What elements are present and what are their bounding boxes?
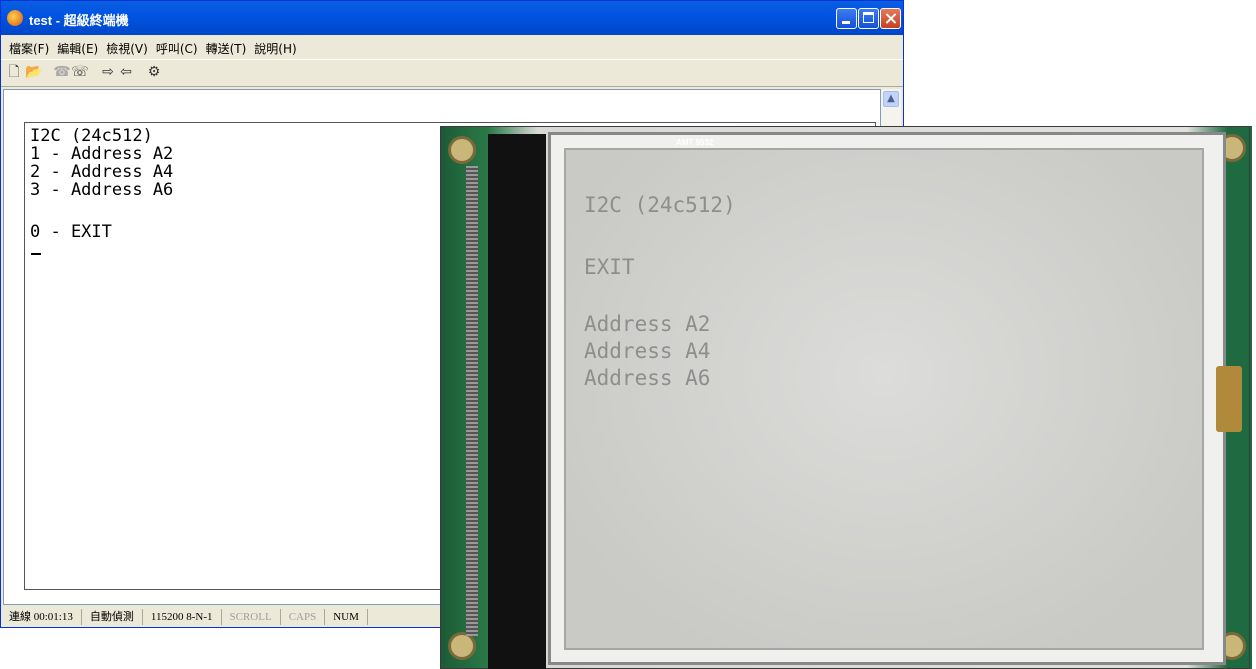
phone-icon[interactable]: ☎	[53, 64, 71, 80]
pin-header	[466, 166, 478, 636]
mount-hole	[448, 632, 476, 660]
send-icon[interactable]: ⇨	[99, 64, 117, 80]
board-label: AMT 9532	[676, 138, 714, 147]
flex-cable	[1216, 366, 1242, 432]
terminal-line: 0 - EXIT	[30, 222, 112, 242]
lcd-line: Address A4	[584, 339, 711, 363]
receive-icon[interactable]: ⇦	[117, 64, 135, 80]
menu-edit[interactable]: 編輯(E)	[53, 37, 102, 57]
title-bar[interactable]: test - 超級終端機	[1, 1, 903, 35]
pin-connector	[488, 134, 546, 669]
status-num: NUM	[325, 609, 368, 625]
close-button[interactable]	[880, 8, 901, 29]
scroll-up-icon[interactable]: ▲	[883, 91, 899, 107]
status-caps: CAPS	[281, 609, 326, 625]
mount-hole	[448, 136, 476, 164]
menu-help[interactable]: 說明(H)	[250, 37, 300, 57]
terminal-line: 3 - Address A6	[30, 180, 174, 200]
app-icon	[7, 10, 23, 26]
menu-transfer[interactable]: 轉送(T)	[202, 37, 251, 57]
menu-file[interactable]: 檔案(F)	[5, 37, 53, 57]
lcd-frame: AMT 9532 I2C (24c512) EXIT Address A2 Ad…	[548, 132, 1226, 665]
status-connected: 連線 00:01:13	[1, 609, 82, 625]
hangup-icon[interactable]: ☏	[71, 64, 89, 80]
toolbar: 🗋 📂 ☎ ☏ ⇨ ⇦ ⚙	[1, 59, 903, 87]
menu-call[interactable]: 呼叫(C)	[152, 37, 202, 57]
text-cursor	[31, 253, 41, 255]
status-scroll: SCROLL	[222, 609, 281, 625]
terminal-line: 1 - Address A2	[30, 144, 174, 164]
lcd-line: I2C (24c512)	[584, 193, 736, 217]
minimize-button[interactable]	[836, 8, 857, 29]
lcd-board-photo: AMT 9532 I2C (24c512) EXIT Address A2 Ad…	[440, 126, 1252, 669]
properties-icon[interactable]: ⚙	[145, 64, 163, 80]
lcd-line: Address A2	[584, 312, 711, 336]
maximize-button[interactable]	[858, 8, 879, 29]
terminal-line: 2 - Address A4	[30, 162, 174, 182]
menu-view[interactable]: 檢視(V)	[102, 37, 152, 57]
window-title: test - 超級終端機	[29, 13, 129, 28]
terminal-line: I2C (24c512)	[30, 126, 153, 146]
new-file-icon[interactable]: 🗋	[5, 64, 23, 80]
menu-bar: 檔案(F) 編輯(E) 檢視(V) 呼叫(C) 轉送(T) 說明(H)	[1, 37, 903, 57]
status-port: 115200 8-N-1	[143, 609, 222, 625]
status-detect: 自動偵測	[82, 609, 143, 625]
open-folder-icon[interactable]: 📂	[25, 64, 43, 80]
lcd-line: Address A6	[584, 366, 711, 390]
lcd-line: EXIT	[584, 255, 635, 279]
lcd-screen: I2C (24c512) EXIT Address A2 Address A4 …	[564, 148, 1204, 650]
